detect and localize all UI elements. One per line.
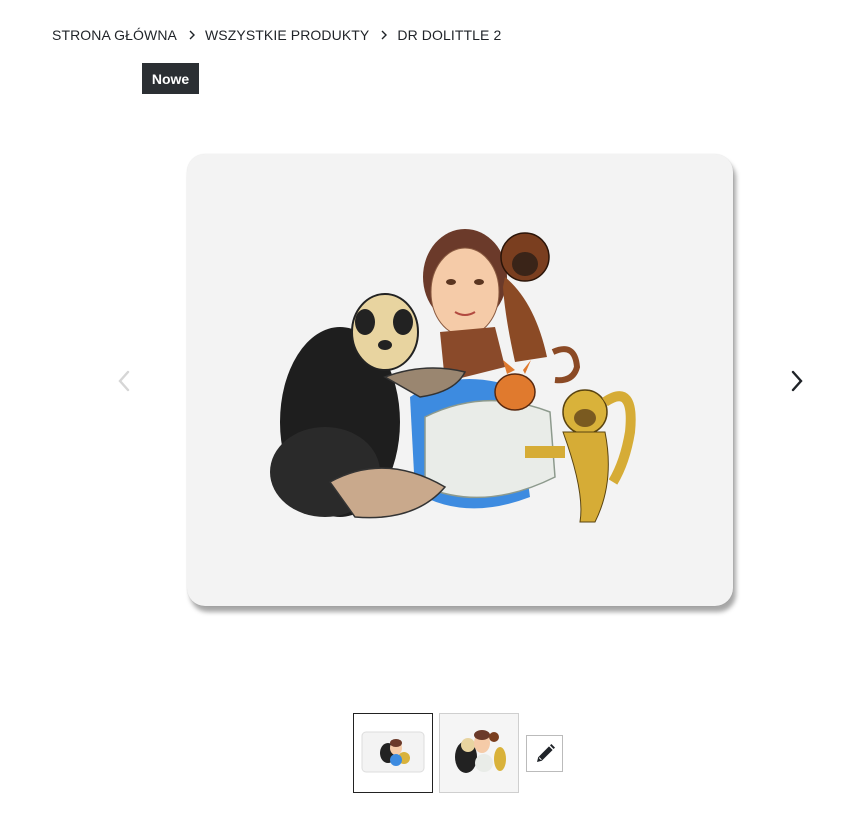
product-main-image[interactable] [185,152,737,614]
gallery-next-button[interactable] [785,368,807,394]
thumbnail-design[interactable] [439,713,519,793]
breadcrumb: STRONA GŁÓWNA WSZYSTKIE PRODUKTY DR DOLI… [52,26,501,44]
pencil-icon [536,743,555,762]
chevron-left-icon [118,370,130,392]
breadcrumb-current-product: DR DOLITTLE 2 [397,27,502,43]
chevron-right-icon [377,26,391,44]
gallery-prev-button[interactable] [114,368,136,394]
product-gallery [0,0,861,822]
chevron-right-icon [185,26,199,44]
edit-design-button[interactable] [526,735,563,772]
mouse-pad-thumbnail-image [361,731,425,773]
chevron-right-icon [791,370,803,392]
thumbnail-strip [353,713,563,793]
breadcrumb-all-products-link[interactable]: WSZYSTKIE PRODUKTY [205,27,369,43]
thumbnail-mouse-pad[interactable] [353,713,433,793]
dr-dolittle-illustration [270,229,636,523]
breadcrumb-home-link[interactable]: STRONA GŁÓWNA [52,27,177,43]
design-thumbnail-image [455,730,506,773]
new-badge: Nowe [142,63,199,94]
